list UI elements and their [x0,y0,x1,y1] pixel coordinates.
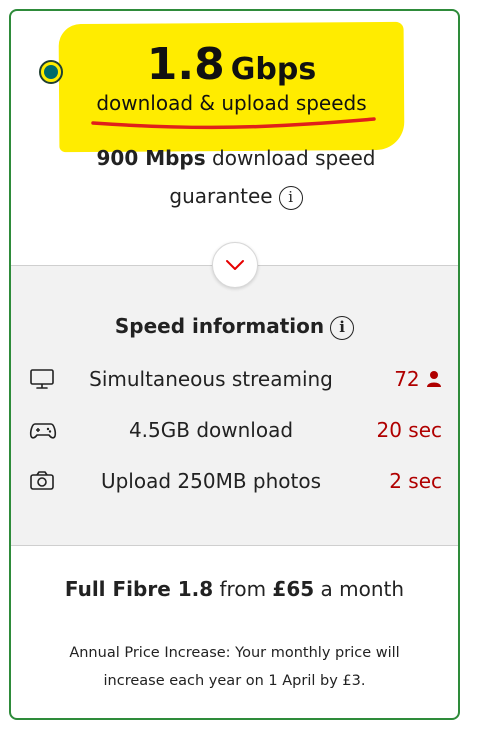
plan-price: £65 [272,577,315,601]
guarantee-text-1: download speed [205,146,376,170]
guarantee-text-2: guarantee [169,184,273,208]
row-value: 2 sec [389,469,442,493]
red-underline-annotation [91,117,376,130]
plan-period: a month [314,577,405,601]
camera-icon [30,471,54,490]
plan-from: from [213,577,273,601]
guarantee-speed: 900 Mbps [96,146,206,170]
speed-value: 1.8 [146,39,225,90]
row-value: 20 sec [376,418,442,442]
speed-info-panel [11,265,458,546]
person-icon [427,371,441,387]
tv-icon [30,369,54,389]
row-label: Upload 250MB photos [100,469,322,493]
row-label: 4.5GB download [128,418,294,442]
price-increase-notice: Annual Price Increase: Your monthly pric… [69,645,400,689]
row-value: 72 [394,367,442,391]
gamepad-icon [29,423,57,439]
speed-info-title: Speed information i [11,314,458,340]
speed-headline: 1.8 Gbps [59,39,404,90]
expand-button[interactable] [212,242,258,288]
speed-info-title-text: Speed information [114,314,325,338]
plan-name: Full Fibre 1.8 [64,577,214,601]
info-icon[interactable]: i [330,315,355,340]
speed-subtitle: download & upload speeds [96,91,367,115]
info-icon[interactable]: i [278,185,303,210]
speed-row-download: 4.5GB download 20 sec [11,410,458,450]
chevron-down-icon [226,260,244,270]
speed-guarantee: 900 Mbps download speed guarantee i [71,139,401,215]
plan-summary: Full Fibre 1.8 from £65 a month [11,577,458,601]
broadband-plan-card[interactable]: 1.8 Gbps download & upload speeds 900 Mbp… [9,9,460,720]
speed-row-upload: Upload 250MB photos 2 sec [11,461,458,501]
row-value-text: 72 [394,367,420,391]
speed-row-streaming: Simultaneous streaming 72 [11,359,458,399]
speed-unit: Gbps [230,52,317,87]
row-label: Simultaneous streaming [89,367,333,391]
